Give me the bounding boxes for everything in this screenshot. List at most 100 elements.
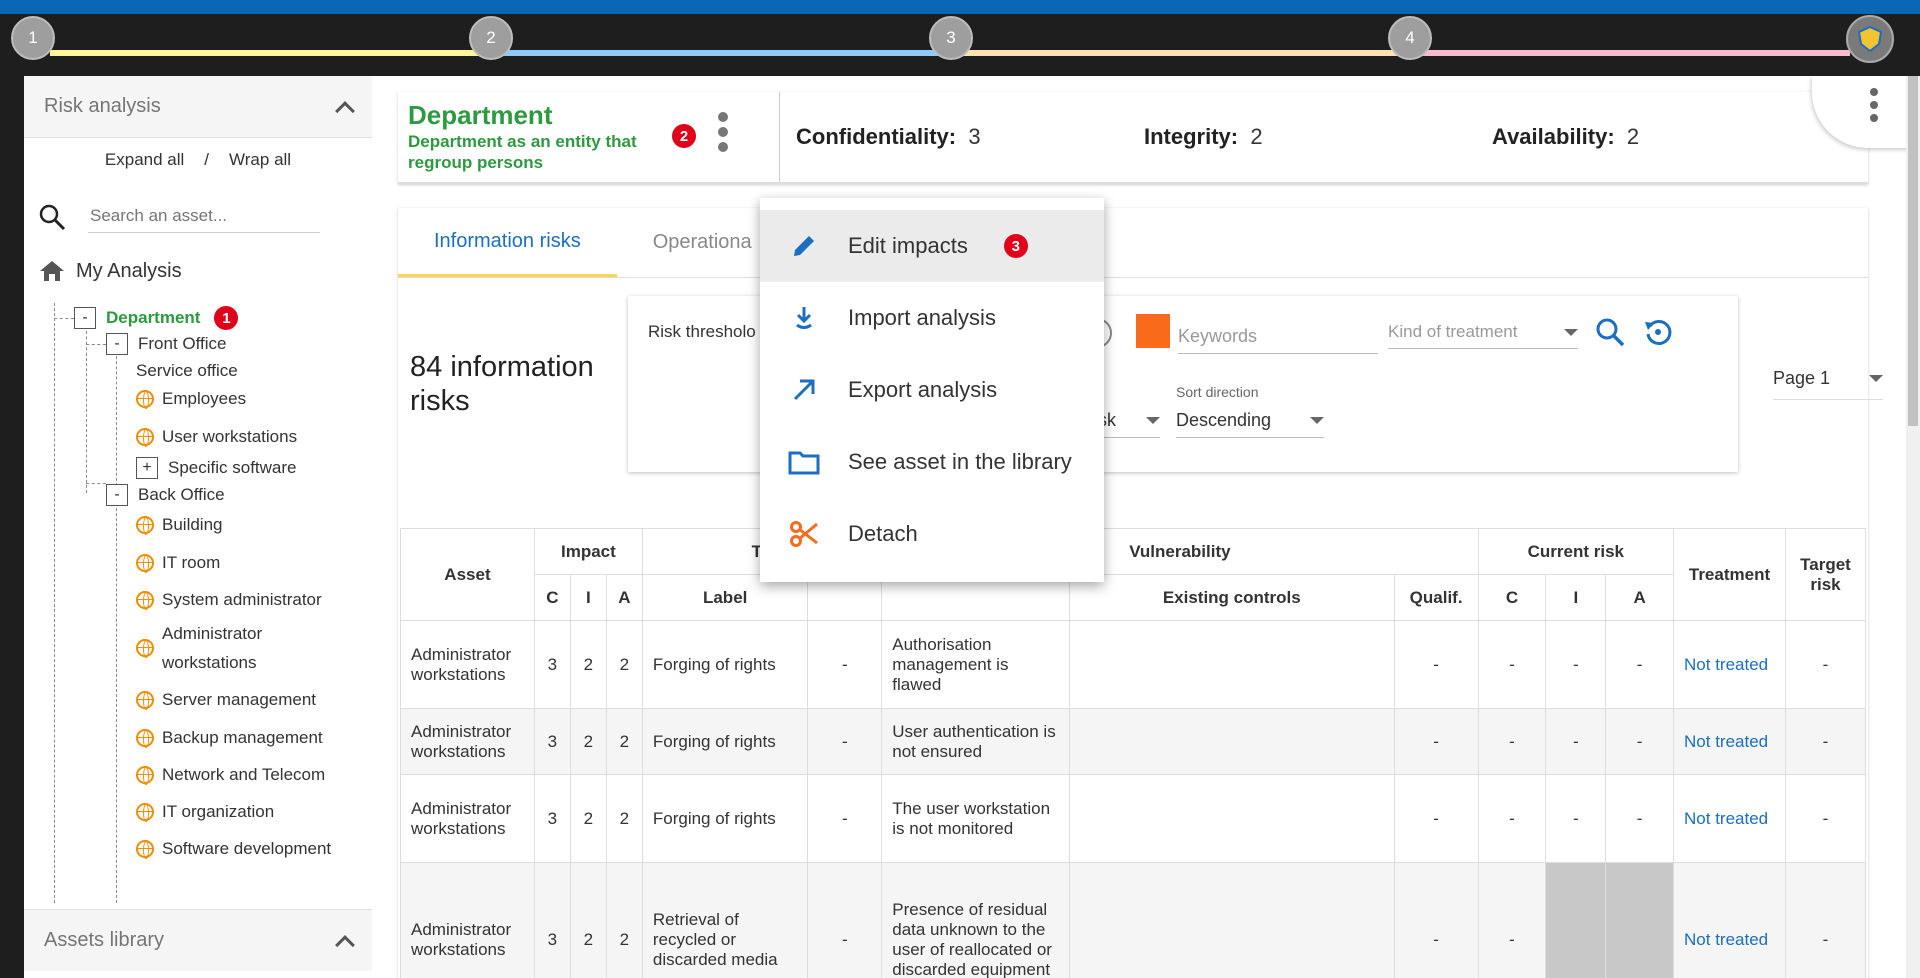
risk-i-cell [1545, 862, 1607, 978]
tree-node-backup-management[interactable]: Backup management [136, 728, 323, 748]
menu-item-label: See asset in the library [848, 449, 1072, 474]
tree-node-it-organization[interactable]: IT organization [136, 802, 274, 822]
stepper: 1 2 3 4 [0, 14, 1920, 76]
step-connector-1 [50, 50, 480, 56]
expand-wrap-row: Expand all / Wrap all [24, 138, 372, 182]
tree-node-back-office[interactable]: - Back Office [106, 484, 225, 506]
tree-node-specific-software[interactable]: + Specific software [136, 457, 297, 479]
target-risk-cell: - [1784, 862, 1867, 978]
my-analysis-node[interactable]: My Analysis [24, 233, 372, 283]
tree-node-department[interactable]: - Department 1 [74, 306, 239, 330]
threat-prob-cell[interactable]: - [807, 774, 883, 863]
asset-search [24, 182, 372, 233]
tree-node-administrator-workstations[interactable]: Administrator workstations [136, 619, 262, 677]
tree-node-front-office[interactable]: - Front Office [106, 333, 227, 355]
step-2[interactable]: 2 [469, 16, 513, 60]
page-scrollbar[interactable] [1906, 76, 1920, 978]
impact-a-cell: 2 [605, 708, 643, 775]
front-office-label: Front Office [138, 334, 227, 353]
qualif-cell[interactable]: - [1393, 708, 1479, 775]
keywords-input[interactable]: Keywords [1178, 326, 1378, 354]
tree-node-building[interactable]: Building [136, 515, 223, 535]
menu-item-see-asset-library[interactable]: See asset in the library [760, 426, 1104, 498]
impact-a-cell: 2 [605, 862, 643, 978]
menu-item-detach[interactable]: Detach [760, 498, 1104, 570]
threat-prob-cell[interactable]: - [807, 862, 883, 978]
confidentiality: Confidentiality: 3 [796, 124, 981, 149]
page-select[interactable]: Page 1 [1773, 368, 1883, 400]
risk-analysis-header[interactable]: Risk analysis [24, 76, 372, 138]
tab-information-risks[interactable]: Information risks [398, 208, 617, 277]
threat-prob-cell[interactable]: - [807, 620, 883, 709]
more-vert-icon[interactable] [718, 112, 728, 152]
tree-node-it-room[interactable]: IT room [136, 553, 220, 573]
menu-item-import-analysis[interactable]: Import analysis [760, 282, 1104, 354]
tree-node-network-telecom[interactable]: Network and Telecom [136, 765, 325, 785]
risk-threshold-label: Risk thresholo [648, 322, 756, 341]
collapse-toggle[interactable]: - [106, 333, 128, 355]
treatment-link[interactable]: Not treated [1673, 862, 1786, 978]
threat-cell: Retrieval of recycled or discarded media [641, 862, 809, 978]
table-row[interactable]: Administrator workstations 3 2 2 Forging… [400, 774, 1867, 863]
reset-filters-icon[interactable] [1642, 316, 1674, 348]
tree-node-employees[interactable]: Employees [136, 389, 246, 409]
chevron-up-icon[interactable] [335, 100, 355, 121]
menu-item-edit-impacts[interactable]: Edit impacts 3 [760, 210, 1104, 282]
qualif-cell[interactable]: - [1393, 862, 1479, 978]
risk-analysis-title: Risk analysis [44, 95, 161, 117]
administrator-workstations-label: Administrator workstations [162, 624, 263, 672]
collapse-toggle[interactable]: - [74, 307, 96, 329]
sort-direction-select[interactable]: Descending [1176, 410, 1324, 438]
treatment-link[interactable]: Not treated [1673, 620, 1786, 709]
impact-c-cell: 3 [533, 774, 571, 863]
risk-count: 84 information risks [410, 351, 594, 417]
risk-c-cell: - [1477, 620, 1547, 709]
table-row[interactable]: Administrator workstations 3 2 2 Forging… [400, 708, 1867, 775]
pencil-icon [794, 236, 814, 256]
table-row[interactable]: Administrator workstations 3 2 2 Retriev… [400, 862, 1867, 978]
tree-node-service-office[interactable]: Service office [136, 361, 238, 381]
order-by-select[interactable]: sk [1098, 410, 1160, 438]
qualif-cell[interactable]: - [1393, 774, 1479, 863]
existing-controls-cell[interactable] [1068, 620, 1395, 709]
target-risk-cell: - [1784, 774, 1867, 863]
scrollbar-thumb[interactable] [1908, 76, 1918, 426]
search-icon[interactable] [1594, 316, 1626, 348]
assets-library-header[interactable]: Assets library [24, 909, 372, 971]
asset-title: Department [408, 100, 553, 130]
asset-cell: Administrator workstations [400, 708, 535, 775]
treatment-link[interactable]: Not treated [1673, 708, 1786, 775]
existing-controls-cell[interactable] [1068, 774, 1395, 863]
expand-all-link[interactable]: Expand all [105, 150, 184, 170]
qualif-cell[interactable]: - [1393, 620, 1479, 709]
table-row[interactable]: Administrator workstations 3 2 2 Forging… [400, 620, 1867, 709]
existing-controls-cell[interactable] [1068, 708, 1395, 775]
search-asset-input[interactable] [88, 200, 320, 233]
col-asset[interactable]: Asset [400, 528, 535, 621]
treatment-link[interactable]: Not treated [1673, 774, 1786, 863]
menu-item-export-analysis[interactable]: Export analysis [760, 354, 1104, 426]
collapse-toggle[interactable]: - [106, 484, 128, 506]
dropdown-caret-icon [1869, 375, 1883, 382]
col-impact: Impact [533, 528, 643, 575]
kind-of-treatment-select[interactable]: Kind of treatment [1388, 322, 1578, 349]
threat-prob-cell[interactable]: - [807, 708, 883, 775]
tree-node-software-development[interactable]: Software development [136, 839, 331, 859]
tree-node-system-administrator[interactable]: System administrator [136, 590, 322, 610]
impact-i-cell: 2 [569, 862, 607, 978]
wrap-all-link[interactable]: Wrap all [229, 150, 291, 170]
risk-a-cell [1605, 862, 1675, 978]
asset-title-block: Department Department as an entity that … [398, 92, 780, 182]
tree-node-server-management[interactable]: Server management [136, 690, 316, 710]
expand-toggle[interactable]: + [136, 457, 158, 479]
asset-cell: Administrator workstations [400, 620, 535, 709]
user-avatar[interactable] [1846, 15, 1894, 63]
step-4[interactable]: 4 [1388, 16, 1432, 60]
existing-controls-cell[interactable] [1068, 862, 1395, 978]
chevron-up-icon[interactable] [335, 934, 355, 955]
tree-node-user-workstations[interactable]: User workstations [136, 427, 297, 447]
more-vert-icon [1870, 88, 1878, 122]
target-risk-cell: - [1784, 620, 1867, 709]
step-1[interactable]: 1 [11, 16, 55, 60]
step-3[interactable]: 3 [929, 16, 973, 60]
